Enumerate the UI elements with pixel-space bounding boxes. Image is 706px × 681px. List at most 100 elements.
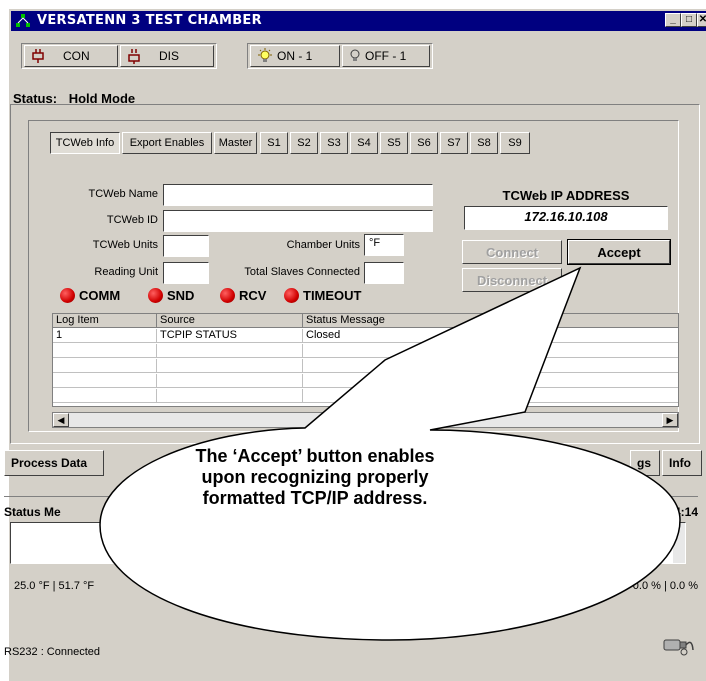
- connect-button[interactable]: Connect: [462, 240, 562, 264]
- comm-label: COMM: [79, 288, 121, 303]
- scroll-left-icon[interactable]: ◀: [53, 413, 69, 427]
- toolbar: CON DIS ON - 1 OFF - 1: [11, 33, 705, 73]
- cell-log-item: 1: [53, 329, 157, 343]
- status-message-time: 4:14: [673, 505, 698, 519]
- dis-label: DIS: [159, 49, 180, 63]
- vertical-scrollbar[interactable]: [673, 523, 685, 563]
- scroll-right-icon[interactable]: ▶: [662, 413, 678, 427]
- chamber-units-field[interactable]: °F: [364, 234, 404, 256]
- maximize-button[interactable]: □: [681, 13, 697, 27]
- on-button[interactable]: ON - 1: [250, 45, 340, 67]
- led-icon: [284, 288, 299, 303]
- table-row[interactable]: [53, 344, 678, 358]
- percent-readout: 0.0 % | 0.0 %: [632, 580, 698, 592]
- table-row[interactable]: [53, 389, 678, 403]
- con-label: CON: [63, 49, 90, 63]
- connection-group: CON DIS: [21, 43, 217, 69]
- cell-empty: [157, 359, 303, 373]
- callout-line-3: formatted TCP/IP address.: [202, 488, 428, 508]
- rcv-label: RCV: [239, 288, 267, 303]
- connect-toolbar-button[interactable]: CON: [24, 45, 118, 67]
- tab-s2[interactable]: S2: [290, 132, 318, 154]
- tab-s1[interactable]: S1: [260, 132, 288, 154]
- serial-connector-icon: [663, 639, 694, 656]
- disconnect-toolbar-button[interactable]: DIS: [120, 45, 214, 67]
- table-row[interactable]: 1 TCPIP STATUS Closed: [53, 329, 678, 343]
- plug-icon: [32, 49, 44, 63]
- cell-empty: [157, 344, 303, 358]
- accept-button[interactable]: Accept: [567, 239, 671, 265]
- cell-status-message: Closed: [306, 329, 341, 341]
- led-icon: [220, 288, 235, 303]
- snd-indicator: SND: [148, 288, 194, 303]
- timeout-indicator: TIMEOUT: [284, 288, 362, 303]
- timeout-label: TIMEOUT: [303, 288, 362, 303]
- tab-info[interactable]: Info: [662, 450, 702, 476]
- tcweb-name-field[interactable]: [163, 184, 433, 206]
- callout-line-2: upon recognizing properly: [201, 467, 429, 487]
- tab-process-data[interactable]: Process Data: [4, 450, 104, 476]
- horizontal-scrollbar[interactable]: ◀ ▶: [52, 412, 679, 428]
- tab-s9[interactable]: S9: [500, 132, 530, 154]
- log-grid[interactable]: Log Item Source Status Message 1 TCPIP S…: [52, 313, 679, 407]
- tab-s6[interactable]: S6: [410, 132, 438, 154]
- tcweb-id-field[interactable]: [163, 210, 433, 232]
- off-button[interactable]: OFF - 1: [342, 45, 430, 67]
- tab-s8[interactable]: S8: [470, 132, 498, 154]
- app-icon: [16, 14, 30, 27]
- reading-unit-label: Reading Unit: [94, 266, 158, 278]
- total-slaves-field[interactable]: [364, 262, 404, 284]
- tcweb-units-field[interactable]: [163, 235, 209, 257]
- cell-empty: [53, 389, 157, 403]
- col-log-item[interactable]: Log Item: [53, 314, 157, 328]
- disconnect-button[interactable]: Disconnect: [462, 268, 562, 292]
- cell-source: TCPIP STATUS: [157, 329, 303, 343]
- cell-empty: [53, 344, 157, 358]
- tab-master[interactable]: Master: [214, 132, 257, 154]
- reading-unit-field[interactable]: [163, 262, 209, 284]
- status-message-title: Status Me: [4, 505, 61, 519]
- tab-s7[interactable]: S7: [440, 132, 468, 154]
- off-label: OFF - 1: [365, 49, 407, 63]
- unplug-icon: [128, 49, 140, 64]
- lightbulb-on-icon: [258, 48, 272, 62]
- tab-s3[interactable]: S3: [320, 132, 348, 154]
- led-icon: [148, 288, 163, 303]
- on-label: ON - 1: [277, 49, 313, 63]
- comm-indicator: COMM: [60, 288, 120, 303]
- table-row[interactable]: [53, 359, 678, 373]
- ip-address-heading: TCWeb IP ADDRESS: [502, 188, 630, 203]
- tab-settings[interactable]: gs: [630, 450, 660, 476]
- temperature-readout: 25.0 °F | 51.7 °F: [14, 580, 95, 592]
- chamber-units-label: Chamber Units: [286, 239, 360, 251]
- tcweb-name-label: TCWeb Name: [88, 188, 158, 200]
- cell-empty: [157, 374, 303, 388]
- power-group: ON - 1 OFF - 1: [247, 43, 433, 69]
- grid-header: Log Item Source Status Message: [53, 314, 678, 328]
- callout-line-1: The ‘Accept’ button enables: [195, 446, 435, 466]
- close-button[interactable]: ✕: [697, 13, 706, 27]
- minimize-button[interactable]: _: [665, 13, 681, 27]
- window-title: VERSATENN 3 TEST CHAMBER: [37, 13, 262, 28]
- callout-text: The ‘Accept’ button enables upon recogni…: [150, 446, 480, 509]
- col-source[interactable]: Source: [157, 314, 303, 328]
- led-icon: [60, 288, 75, 303]
- status-message-box[interactable]: [10, 522, 686, 564]
- connection-status: RS232 : Connected: [4, 646, 101, 658]
- tab-s5[interactable]: S5: [380, 132, 408, 154]
- ip-address-field[interactable]: 172.16.10.108: [464, 206, 668, 230]
- lightbulb-off-icon: [350, 49, 360, 61]
- title-bar[interactable]: VERSATENN 3 TEST CHAMBER _ □ ✕: [11, 11, 706, 31]
- cell-empty: [53, 359, 157, 373]
- total-slaves-label: Total Slaves Connected: [244, 266, 360, 278]
- tab-export-enables[interactable]: Export Enables: [122, 132, 212, 154]
- tcweb-id-label: TCWeb ID: [106, 214, 158, 226]
- table-row[interactable]: [53, 374, 678, 388]
- tab-tcweb-info[interactable]: TCWeb Info: [50, 132, 120, 154]
- tcweb-units-label: TCWeb Units: [92, 239, 158, 251]
- tab-s4[interactable]: S4: [350, 132, 378, 154]
- cell-empty: [157, 389, 303, 403]
- col-status-message[interactable]: Status Message: [303, 314, 678, 328]
- cell-empty: [53, 374, 157, 388]
- snd-label: SND: [167, 288, 195, 303]
